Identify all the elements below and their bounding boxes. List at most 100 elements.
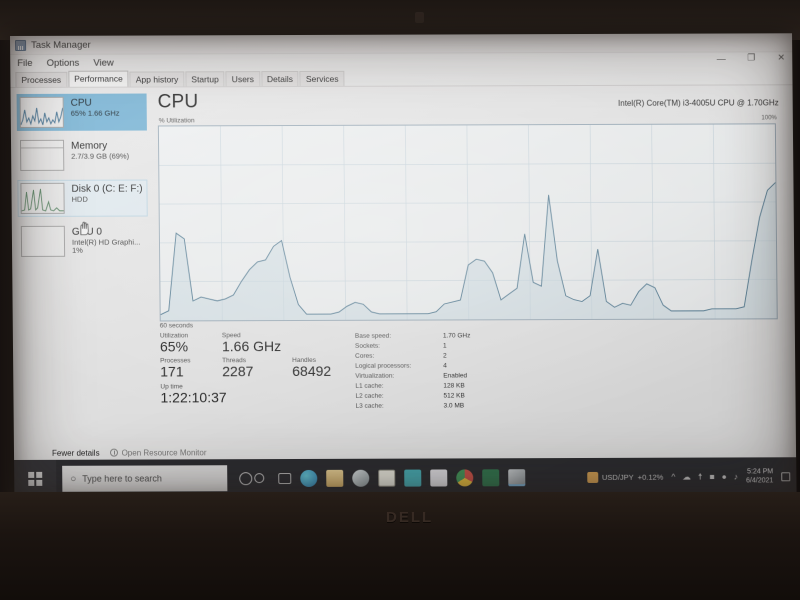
value-processes: 171 — [160, 363, 184, 380]
cpu-detail-panel: CPU Intel(R) Core(TM) i3-4005U CPU @ 1.7… — [151, 85, 796, 442]
memory-thumbnail-icon — [19, 139, 65, 171]
tab-app-history[interactable]: App history — [129, 71, 185, 87]
resource-monitor-label: Open Resource Monitor — [121, 447, 207, 458]
opera-icon[interactable] — [352, 469, 370, 487]
show-hidden-icons-chevron-icon[interactable]: ^ — [671, 471, 675, 482]
file-explorer-icon[interactable] — [326, 469, 344, 487]
laptop-photo: Task Manager — ❐ ✕ File Options View Pro… — [0, 0, 800, 600]
sidebar-cpu-text: CPU 65% 1.66 GHz — [71, 97, 120, 118]
clock-time: 5:24 PM — [747, 468, 774, 476]
spec-key: L1 cache: — [355, 382, 384, 390]
spec-value: 1 — [442, 342, 447, 350]
stat-row-utilization-speed: Utilization Speed 65% 1.66 GHz — [160, 332, 355, 355]
windows-logo-icon — [28, 472, 43, 486]
spec-key: L2 cache: — [355, 392, 384, 400]
excel-icon[interactable] — [482, 468, 500, 486]
notification-center-icon[interactable] — [781, 471, 791, 481]
disk-thumbnail-icon — [20, 182, 65, 214]
sidebar-item-disk0[interactable]: Disk 0 (C: E: F:) HDD — [17, 179, 148, 217]
sidebar-memory-text: Memory 2.7/3.9 GB (69%) — [71, 140, 129, 161]
menu-item-file[interactable]: File — [17, 58, 32, 69]
tab-services[interactable]: Services — [299, 70, 345, 86]
onenote-icon[interactable] — [430, 468, 448, 487]
window-controls[interactable]: — ❐ ✕ — [714, 52, 788, 63]
spec-value: Enabled — [443, 372, 468, 380]
cpu-spec-list: Base speed: 1.70 GHz Sockets: 1 Cores: 2 Lo… — [355, 331, 471, 411]
gpu-thumbnail-icon — [20, 225, 66, 257]
spec-key: L3 cache: — [355, 402, 384, 410]
spec-row: L1 cache: 128 KB — [355, 381, 471, 391]
value-handles: 68492 — [292, 363, 332, 380]
spec-row: Logical processors: 4 — [355, 361, 471, 371]
performance-body: CPU 65% 1.66 GHz Memory 2.7/3.9 GB (69%)… — [10, 85, 796, 443]
cortana-icon[interactable] — [239, 471, 265, 485]
sidebar-item-sublabel: HDD — [71, 194, 88, 204]
sidebar-item-sublabel: 1% — [72, 245, 83, 255]
mouse-cursor-hand-icon — [78, 221, 91, 236]
spec-row: Sockets: 1 — [355, 341, 471, 351]
network-icon[interactable]: ● — [722, 471, 727, 482]
sidebar-item-label: Memory — [71, 140, 108, 152]
tab-details[interactable]: Details — [260, 70, 299, 87]
taskbar-clock[interactable]: 5:24 PM 6/4/2021 — [746, 467, 773, 485]
volume-icon[interactable]: ♪ — [734, 471, 738, 482]
spec-row: L2 cache: 512 KB — [355, 391, 471, 401]
news-ticker-label: USD/JPY — [601, 472, 634, 482]
search-placeholder: Type here to search — [82, 473, 162, 484]
cpu-chart-wrapper: 100% — [157, 115, 781, 322]
spec-row: Virtualization: Enabled — [355, 371, 471, 381]
spec-row: Base speed: 1.70 GHz — [355, 331, 471, 341]
tab-startup[interactable]: Startup — [185, 71, 225, 87]
cpu-utilization-chart[interactable] — [157, 123, 778, 322]
sidebar-item-cpu[interactable]: CPU 65% 1.66 GHz — [16, 93, 147, 131]
store-icon[interactable] — [404, 469, 422, 487]
cpu-stats-left: Utilization Speed 65% 1.66 GHz Processes… — [160, 332, 356, 413]
cpu-thumbnail-icon — [19, 96, 64, 128]
minimize-button[interactable]: — — [714, 53, 728, 63]
task-view-icon[interactable] — [278, 472, 292, 484]
value-speed: 1.66 GHz — [221, 338, 282, 355]
stat-row-uptime: Up time 1:22:10:37 — [160, 383, 355, 406]
value-uptime: 1:22:10:37 — [160, 389, 227, 406]
sidebar-item-label: CPU — [70, 97, 92, 109]
page-title: CPU — [157, 91, 199, 113]
sidebar-item-sublabel: 2.7/3.9 GB (69%) — [71, 151, 130, 161]
edge-icon[interactable] — [300, 469, 318, 487]
search-input[interactable]: ○ Type here to search — [62, 465, 228, 492]
battery-icon[interactable]: ■ — [709, 471, 714, 482]
cortana-ring-small — [254, 473, 265, 484]
stat-row-processes-threads-handles: Processes Threads Handles 171 2287 68492 — [160, 357, 355, 380]
tab-users[interactable]: Users — [225, 71, 260, 87]
menu-item-options[interactable]: Options — [47, 58, 80, 69]
close-button[interactable]: ✕ — [774, 52, 788, 63]
tray-glyphs: ^ ☁ ☨ ■ ● ♪ — [671, 471, 738, 482]
maximize-button[interactable]: ❐ — [744, 52, 758, 63]
task-manager-taskbar-icon[interactable] — [508, 468, 526, 486]
dell-logo: DELL — [386, 509, 434, 526]
news-and-interests-widget[interactable]: USD/JPY +0.12% — [586, 471, 663, 483]
task-manager-window: Task Manager — ❐ ✕ File Options View Pro… — [10, 33, 797, 463]
sidebar-item-memory[interactable]: Memory 2.7/3.9 GB (69%) — [17, 137, 147, 174]
spec-row: Cores: 2 — [355, 351, 471, 361]
tab-performance[interactable]: Performance — [68, 70, 129, 87]
laptop-screen: Task Manager — ❐ ✕ File Options View Pro… — [10, 33, 797, 498]
webcam-icon — [415, 12, 424, 23]
onedrive-icon[interactable]: ☁ — [682, 471, 691, 482]
news-icon — [586, 471, 599, 483]
value-threads: 2287 — [222, 363, 254, 380]
open-resource-monitor-link[interactable]: Open Resource Monitor — [109, 447, 207, 458]
menu-item-view[interactable]: View — [93, 58, 114, 69]
task-manager-icon — [15, 39, 27, 51]
cpu-model-label: Intel(R) Core(TM) i3-4005U CPU @ 1.70GHz — [618, 98, 779, 108]
bluetooth-icon[interactable]: ☨ — [698, 471, 703, 482]
taskbar-icons — [278, 468, 526, 487]
notes-icon[interactable] — [378, 469, 396, 487]
system-tray: USD/JPY +0.12% ^ ☁ ☨ ■ ● ♪ 5:24 PM 6/4/2… — [586, 467, 796, 486]
fewer-details-button[interactable]: Fewer details — [52, 448, 100, 457]
tab-processes[interactable]: Processes — [15, 71, 68, 87]
cortana-ring-large — [239, 471, 253, 485]
cpu-stats: Utilization Speed 65% 1.66 GHz Processes… — [160, 330, 782, 412]
resource-sidebar: CPU 65% 1.66 GHz Memory 2.7/3.9 GB (69%)… — [10, 88, 153, 443]
chrome-icon[interactable] — [456, 468, 474, 486]
spec-row: L3 cache: 3.0 MB — [356, 401, 472, 411]
